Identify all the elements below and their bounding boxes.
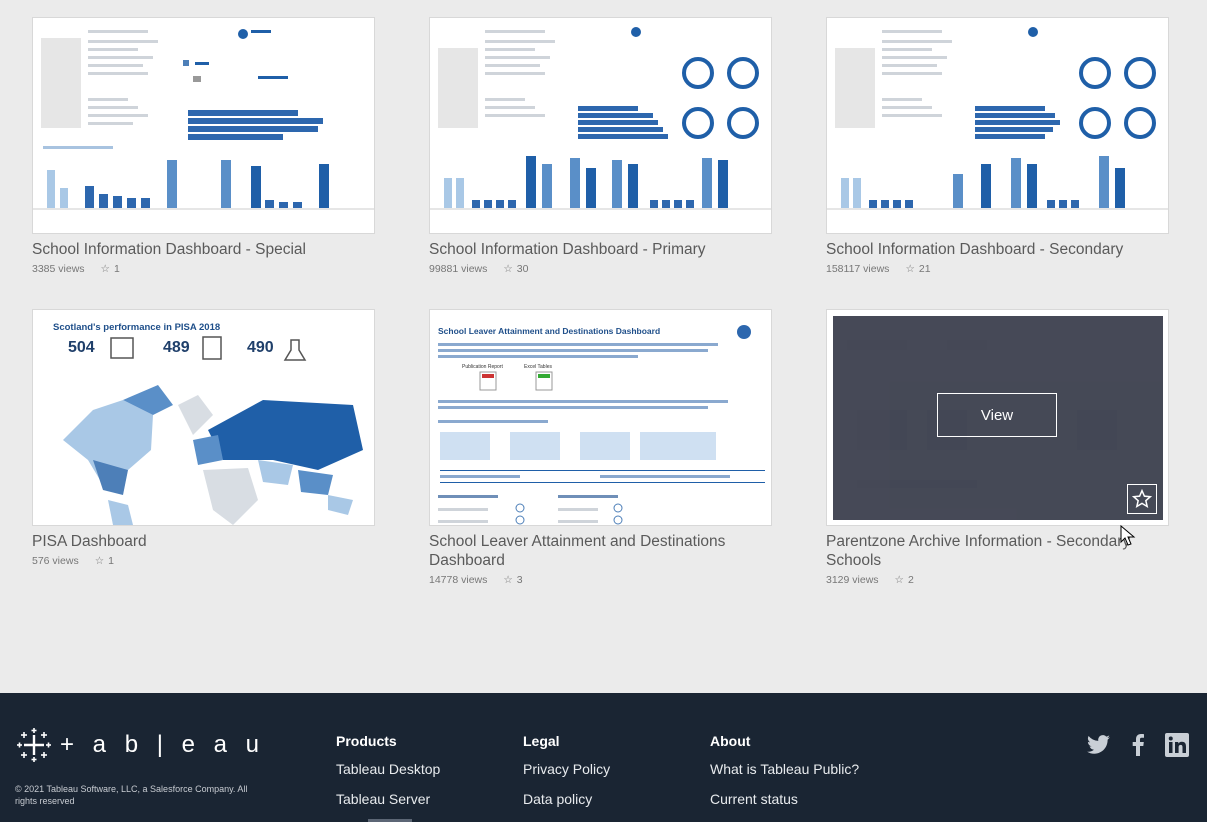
leaver-report-label: Publication Report bbox=[462, 364, 503, 370]
viz-thumbnail[interactable] bbox=[826, 17, 1169, 234]
pisa-score-reading: 504 bbox=[68, 339, 95, 356]
view-count: 3385 views bbox=[32, 263, 85, 275]
facebook-icon[interactable] bbox=[1131, 734, 1145, 756]
mouse-cursor-icon bbox=[1120, 525, 1136, 546]
viz-card[interactable]: School Leaver Attainment and Destination… bbox=[429, 309, 774, 586]
favorite-count: ☆ 1 bbox=[100, 263, 120, 275]
favorite-count: ☆ 21 bbox=[905, 263, 931, 275]
viz-card[interactable]: Scotland's performance in PISA 2018 504 … bbox=[32, 309, 377, 567]
star-icon: ☆ bbox=[894, 574, 904, 586]
tableau-logo[interactable]: + a b | e a u bbox=[16, 727, 265, 763]
viz-card[interactable]: School Information Dashboard - Secondary… bbox=[826, 17, 1171, 275]
footer-link-privacy-policy[interactable]: Privacy Policy bbox=[523, 761, 610, 777]
pisa-preview: Scotland's performance in PISA 2018 504 … bbox=[53, 322, 363, 525]
leaver-preview: School Leaver Attainment and Destination… bbox=[438, 325, 765, 525]
footer-column-products: Products Tableau Desktop Tableau Server bbox=[336, 733, 440, 821]
footer-link-tableau-desktop[interactable]: Tableau Desktop bbox=[336, 761, 440, 777]
view-count: 158117 views bbox=[826, 263, 890, 275]
footer-link-what-is-tableau-public[interactable]: What is Tableau Public? bbox=[710, 761, 859, 777]
favorite-count: ☆ 30 bbox=[503, 263, 529, 275]
favorite-count: ☆ 2 bbox=[894, 574, 914, 586]
pisa-heading: Scotland's performance in PISA 2018 bbox=[53, 322, 220, 333]
viz-thumbnail[interactable] bbox=[32, 17, 375, 234]
viz-meta: 3129 views ☆ 2 bbox=[826, 574, 1171, 586]
viz-title[interactable]: School Information Dashboard - Special bbox=[32, 240, 377, 259]
view-count: 576 views bbox=[32, 555, 79, 567]
favorite-count: ☆ 1 bbox=[94, 555, 114, 567]
star-icon: ☆ bbox=[100, 263, 110, 275]
viz-thumbnail[interactable]: School Leaver Attainment and Destination… bbox=[429, 309, 772, 526]
leaver-tables-label: Excel Tables bbox=[524, 364, 552, 370]
favorite-button[interactable] bbox=[1127, 484, 1157, 514]
footer-link-current-status[interactable]: Current status bbox=[710, 791, 859, 807]
footer-heading-products: Products bbox=[336, 733, 397, 749]
twitter-icon[interactable] bbox=[1087, 735, 1111, 755]
star-icon bbox=[1132, 489, 1152, 509]
footer-column-about: About What is Tableau Public? Current st… bbox=[710, 733, 859, 821]
star-icon: ☆ bbox=[94, 555, 105, 567]
pisa-score-maths: 489 bbox=[163, 339, 190, 356]
hover-overlay: View bbox=[833, 316, 1163, 520]
viz-meta: 99881 views ☆ 30 bbox=[429, 263, 774, 275]
dashboard-preview bbox=[430, 27, 771, 210]
star-icon: ☆ bbox=[905, 263, 915, 275]
tableau-wordmark: + a b | e a u bbox=[60, 731, 265, 758]
linkedin-icon[interactable] bbox=[1165, 733, 1189, 757]
dashboard-preview bbox=[827, 27, 1168, 210]
view-count: 99881 views bbox=[429, 263, 488, 275]
viz-card[interactable]: School Information Dashboard - Special 3… bbox=[32, 17, 377, 275]
viz-title[interactable]: School Information Dashboard - Primary bbox=[429, 240, 774, 259]
viz-thumbnail[interactable]: Scotland's performance in PISA 2018 504 … bbox=[32, 309, 375, 526]
pisa-score-science: 490 bbox=[247, 339, 274, 356]
viz-thumbnail[interactable] bbox=[429, 17, 772, 234]
viz-meta: 576 views ☆ 1 bbox=[32, 555, 377, 567]
dashboard-preview bbox=[33, 29, 374, 210]
viz-gallery: School Information Dashboard - Special 3… bbox=[0, 0, 1207, 693]
leaver-heading: School Leaver Attainment and Destination… bbox=[438, 326, 660, 336]
footer-column-legal: Legal Privacy Policy Data policy bbox=[523, 733, 610, 821]
viz-meta: 14778 views ☆ 3 bbox=[429, 574, 774, 586]
footer-link-tableau-server[interactable]: Tableau Server bbox=[336, 791, 440, 807]
viz-title[interactable]: School Leaver Attainment and Destination… bbox=[429, 532, 774, 570]
footer-heading-about: About bbox=[710, 733, 751, 749]
viz-title[interactable]: School Information Dashboard - Secondary bbox=[826, 240, 1171, 259]
viz-meta: 158117 views ☆ 21 bbox=[826, 263, 1171, 275]
view-count: 3129 views bbox=[826, 574, 879, 586]
site-footer: + a b | e a u © 2021 Tableau Software, L… bbox=[0, 693, 1207, 822]
social-links bbox=[1087, 733, 1189, 757]
copyright-text: © 2021 Tableau Software, LLC, a Salesfor… bbox=[15, 784, 248, 806]
star-icon: ☆ bbox=[503, 574, 513, 586]
view-count: 14778 views bbox=[429, 574, 488, 586]
tableau-cross-icon bbox=[17, 728, 51, 762]
footer-link-data-policy[interactable]: Data policy bbox=[523, 791, 610, 807]
viz-title[interactable]: PISA Dashboard bbox=[32, 532, 377, 551]
viz-card[interactable]: School Information Dashboard - Primary 9… bbox=[429, 17, 774, 275]
star-icon: ☆ bbox=[503, 263, 513, 275]
viz-meta: 3385 views ☆ 1 bbox=[32, 263, 377, 275]
footer-heading-legal: Legal bbox=[523, 733, 560, 749]
viz-thumbnail[interactable]: View bbox=[826, 309, 1169, 526]
favorite-count: ☆ 3 bbox=[503, 574, 523, 586]
view-button[interactable]: View bbox=[937, 393, 1057, 437]
